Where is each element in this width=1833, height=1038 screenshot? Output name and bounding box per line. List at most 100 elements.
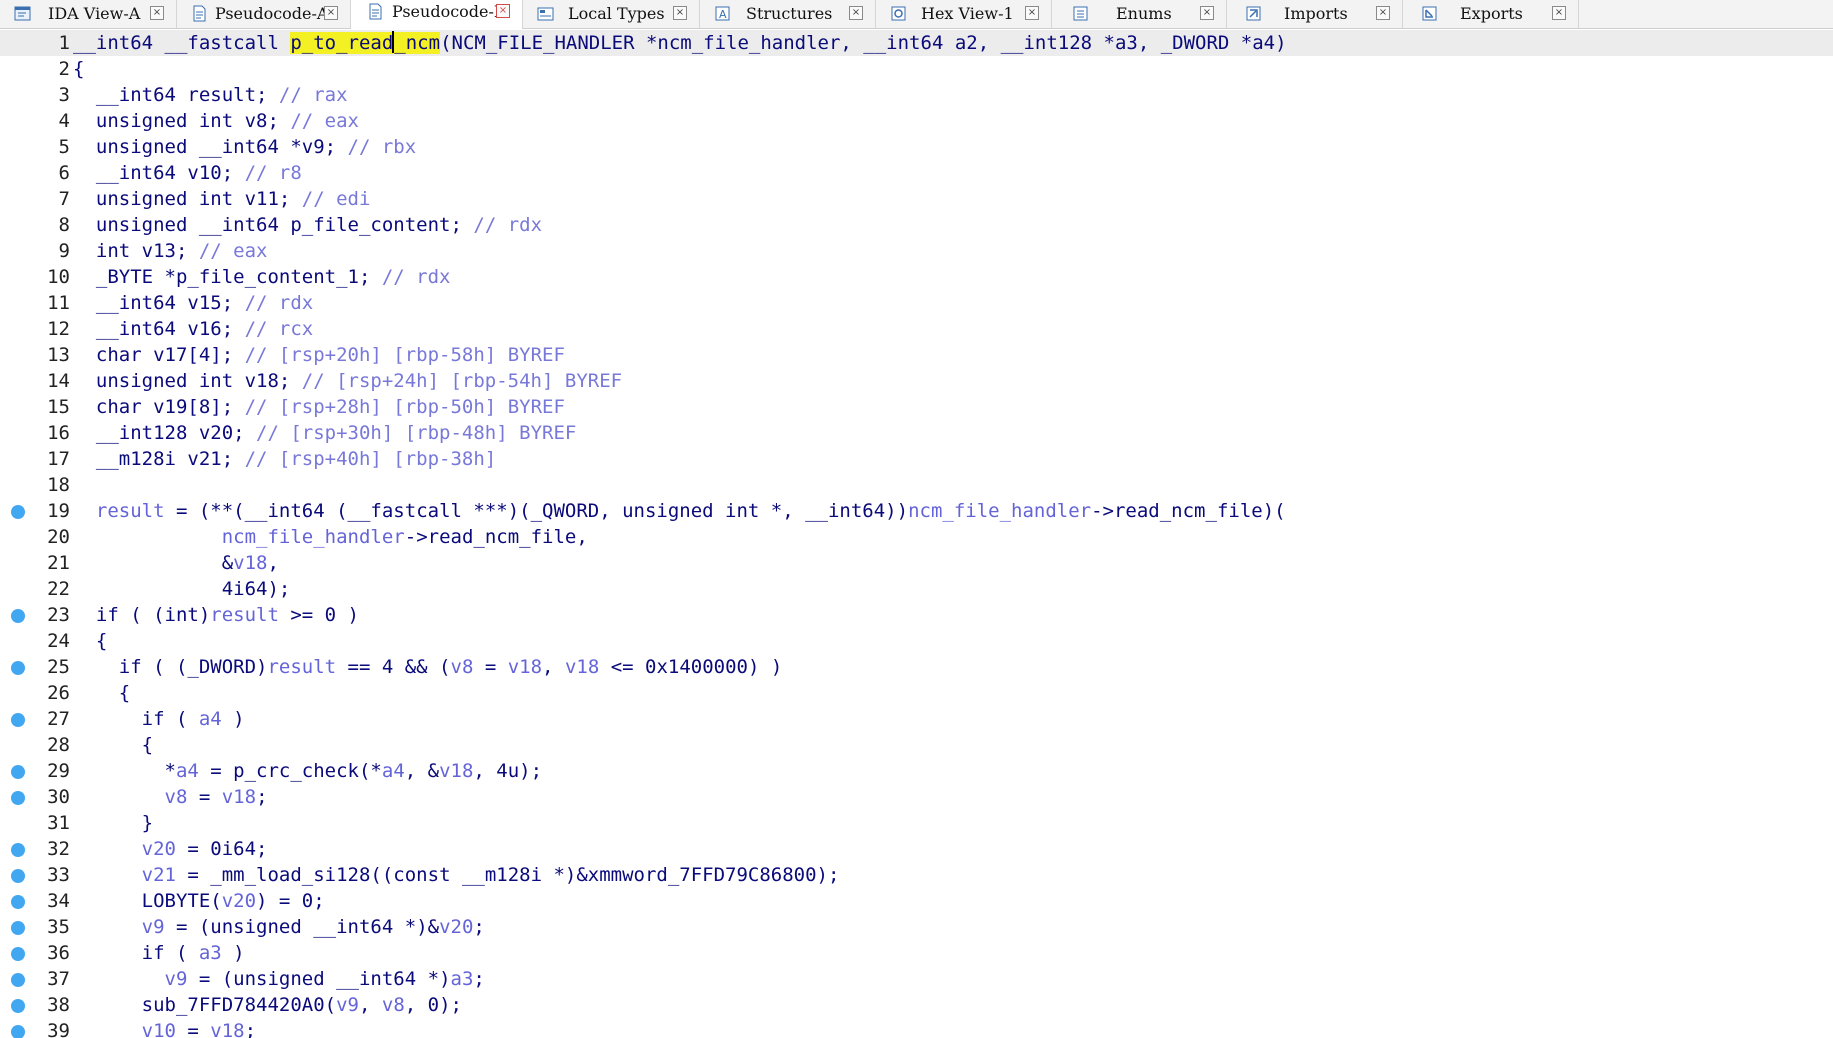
code-line[interactable]: 25 if ( (_DWORD)result == 4 && (v8 = v18… xyxy=(0,654,1833,680)
code-token[interactable]: if ( (int) xyxy=(73,604,210,626)
pseudocode-view[interactable]: 1 __int64 __fastcall p_to_read_ncm(NCM_FI… xyxy=(0,30,1833,1038)
code-token[interactable]: = (unsigned __int64 *)& xyxy=(165,916,439,938)
code-variable[interactable]: v20 xyxy=(439,916,473,938)
code-variable[interactable]: a4 xyxy=(176,760,199,782)
code-variable[interactable]: v8 xyxy=(165,786,188,808)
code-token[interactable] xyxy=(73,968,165,990)
code-line[interactable]: 3 __int64 result; // rax xyxy=(0,82,1833,108)
code-token[interactable]: __int64 __fastcall xyxy=(73,32,290,54)
code-line[interactable]: 33 v21 = _mm_load_si128((const __m128i *… xyxy=(0,862,1833,888)
close-icon[interactable]: × xyxy=(496,4,510,18)
code-token[interactable]: , xyxy=(542,656,565,678)
code-line[interactable]: 36 if ( a3 ) xyxy=(0,940,1833,966)
code-token[interactable] xyxy=(73,864,142,886)
code-variable[interactable]: ncm_file_handler xyxy=(222,526,405,548)
code-token[interactable]: __int128 v20; xyxy=(73,422,256,444)
breakpoint-dot-icon[interactable] xyxy=(11,1025,25,1038)
code-line[interactable]: 1 __int64 __fastcall p_to_read_ncm(NCM_FI… xyxy=(0,30,1833,56)
code-line[interactable]: 8 unsigned __int64 p_file_content; // rd… xyxy=(0,212,1833,238)
code-text[interactable]: unsigned int v8; // eax xyxy=(73,108,359,134)
code-text[interactable]: __int64 v10; // r8 xyxy=(73,160,302,186)
code-line[interactable]: 24 { xyxy=(0,628,1833,654)
code-token[interactable]: , xyxy=(267,552,278,574)
code-text[interactable]: v20 = 0i64; xyxy=(73,836,268,862)
code-text[interactable]: unsigned int v11; // edi xyxy=(73,186,371,212)
code-line[interactable]: 5 unsigned __int64 *v9; // rbx xyxy=(0,134,1833,160)
code-token[interactable] xyxy=(73,916,142,938)
code-token[interactable]: <= 0x1400000) ) xyxy=(599,656,783,678)
code-variable[interactable]: v10 xyxy=(142,1020,176,1038)
code-line[interactable]: 14 unsigned int v18; // [rsp+24h] [rbp-5… xyxy=(0,368,1833,394)
code-line[interactable]: 23 if ( (int)result >= 0 ) xyxy=(0,602,1833,628)
code-line[interactable]: 29 *a4 = p_crc_check(*a4, &v18, 4u); xyxy=(0,758,1833,784)
code-variable[interactable]: v8 xyxy=(382,994,405,1016)
code-line[interactable]: 34 LOBYTE(v20) = 0; xyxy=(0,888,1833,914)
tab-local-types[interactable]: Local Types × xyxy=(523,0,700,28)
code-text[interactable]: { xyxy=(73,680,130,706)
code-token[interactable]: unsigned int v11; xyxy=(73,188,302,210)
code-token[interactable]: = xyxy=(187,786,221,808)
code-token[interactable]: & xyxy=(73,552,233,574)
code-token[interactable] xyxy=(73,1020,142,1038)
code-token[interactable]: = (unsigned __int64 *) xyxy=(187,968,451,990)
code-token[interactable]: __int64 v16; xyxy=(73,318,245,340)
code-text[interactable]: ncm_file_handler->read_ncm_file, xyxy=(73,524,588,550)
code-token[interactable]: = 0i64; xyxy=(176,838,267,860)
code-line[interactable]: 38 sub_7FFD784420A0(v9, v8, 0); xyxy=(0,992,1833,1018)
code-variable[interactable]: v20 xyxy=(142,838,176,860)
code-variable[interactable]: a4 xyxy=(199,708,222,730)
tab-pseudocode-a[interactable]: Pseudocode-A × xyxy=(177,0,351,28)
code-variable[interactable]: v8 xyxy=(451,656,474,678)
code-token[interactable]: , 4u); xyxy=(473,760,542,782)
code-variable[interactable]: result xyxy=(210,604,279,626)
code-text[interactable]: _BYTE *p_file_content_1; // rdx xyxy=(73,264,451,290)
code-token[interactable]: (NCM_FILE_HANDLER *ncm_file_handler, __i… xyxy=(440,32,1286,54)
code-line[interactable]: 31 } xyxy=(0,810,1833,836)
code-variable[interactable]: v18 xyxy=(565,656,599,678)
code-text[interactable]: char v19[8]; // [rsp+28h] [rbp-50h] BYRE… xyxy=(73,394,565,420)
code-line[interactable]: 13 char v17[4]; // [rsp+20h] [rbp-58h] B… xyxy=(0,342,1833,368)
breakpoint-dot-icon[interactable] xyxy=(11,973,25,987)
code-text[interactable]: if ( a4 ) xyxy=(73,706,245,732)
code-token[interactable]: ; xyxy=(256,786,267,808)
code-text[interactable]: int v13; // eax xyxy=(73,238,268,264)
tab-pseudocode-b[interactable]: Pseudocode-B × xyxy=(351,0,523,29)
code-token[interactable]: if ( xyxy=(73,942,199,964)
code-token[interactable]: char v17[4]; xyxy=(73,344,245,366)
code-token[interactable] xyxy=(73,500,96,522)
code-line[interactable]: 21 &v18, xyxy=(0,550,1833,576)
close-icon[interactable]: × xyxy=(150,6,164,20)
breakpoint-dot-icon[interactable] xyxy=(11,895,25,909)
tab-ida-view-a[interactable]: IDA View-A × xyxy=(0,0,177,28)
code-line[interactable]: 10 _BYTE *p_file_content_1; // rdx xyxy=(0,264,1833,290)
code-token[interactable]: * xyxy=(73,760,176,782)
breakpoint-dot-icon[interactable] xyxy=(11,505,25,519)
code-token[interactable]: { xyxy=(73,630,107,652)
breakpoint-dot-icon[interactable] xyxy=(11,661,25,675)
code-line[interactable]: 4 unsigned int v8; // eax xyxy=(0,108,1833,134)
tab-hex-view-1[interactable]: Hex View-1 × xyxy=(876,0,1052,28)
code-token[interactable]: , xyxy=(359,994,382,1016)
code-token[interactable]: { xyxy=(73,682,130,704)
breakpoint-dot-icon[interactable] xyxy=(11,765,25,779)
code-text[interactable]: if ( a3 ) xyxy=(73,940,245,966)
code-token[interactable]: _BYTE *p_file_content_1; xyxy=(73,266,382,288)
code-variable[interactable]: result xyxy=(96,500,165,522)
tab-exports[interactable]: Exports × xyxy=(1403,0,1579,28)
code-variable[interactable]: ncm_file_handler xyxy=(908,500,1091,522)
breakpoint-dot-icon[interactable] xyxy=(11,713,25,727)
code-text[interactable]: v8 = v18; xyxy=(73,784,268,810)
close-icon[interactable]: × xyxy=(324,6,338,20)
code-line[interactable]: 26 { xyxy=(0,680,1833,706)
breakpoint-dot-icon[interactable] xyxy=(11,921,25,935)
code-token[interactable]: if ( xyxy=(73,708,199,730)
code-text[interactable]: 4i64); xyxy=(73,576,291,602)
highlighted-identifier[interactable]: _ncm xyxy=(394,32,441,54)
code-token[interactable]: unsigned int v8; xyxy=(73,110,290,132)
code-token[interactable]: ; xyxy=(245,1020,256,1038)
code-token[interactable]: ) xyxy=(222,708,244,730)
code-variable[interactable]: v18 xyxy=(233,552,267,574)
code-text[interactable]: v9 = (unsigned __int64 *)a3; xyxy=(73,966,485,992)
code-line[interactable]: 7 unsigned int v11; // edi xyxy=(0,186,1833,212)
code-text[interactable]: { xyxy=(73,56,84,82)
